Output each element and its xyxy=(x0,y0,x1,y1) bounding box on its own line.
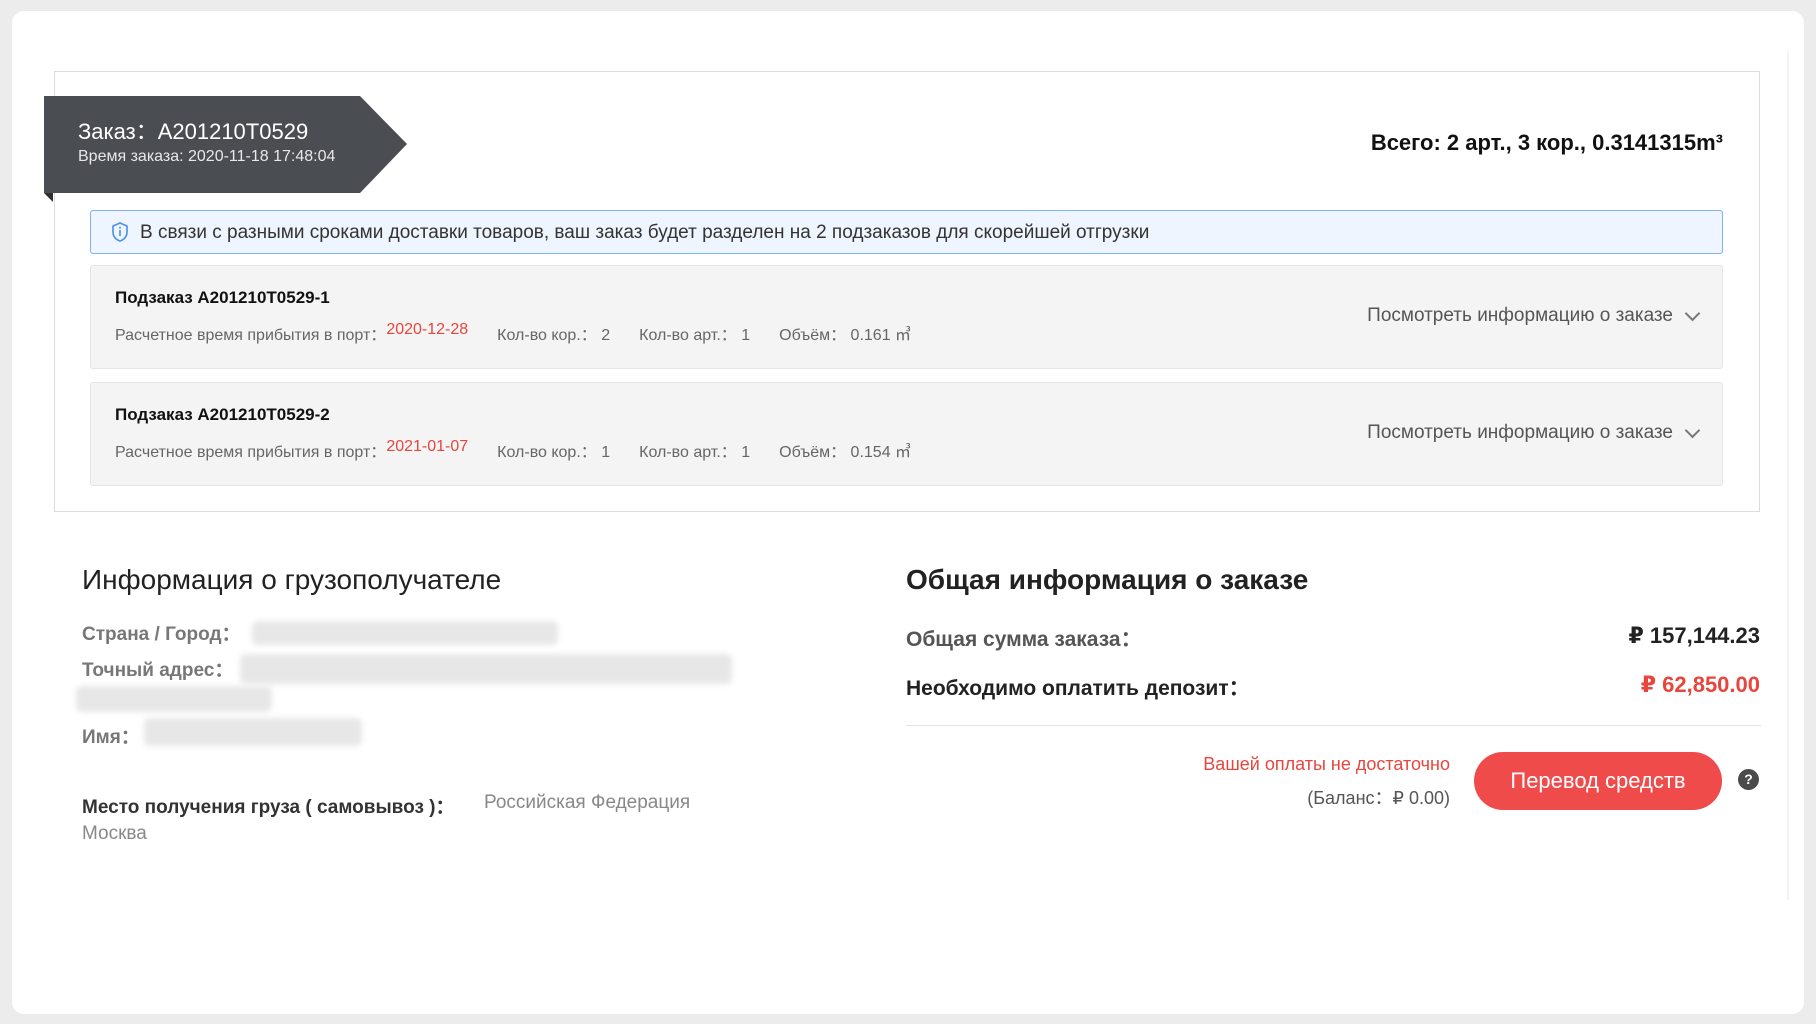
view-order-info-label: Посмотреть информацию о заказе xyxy=(1367,422,1673,443)
help-icon[interactable]: ? xyxy=(1738,769,1759,790)
address-value-redacted xyxy=(76,686,272,712)
deposit-value: ₽ 62,850.00 xyxy=(1640,672,1760,697)
insufficient-funds-warning: Вашей оплаты не достаточно xyxy=(1203,754,1450,774)
view-order-info-label: Посмотреть информацию о заказе xyxy=(1367,305,1673,326)
pickup-label: Место получения груза ( самовывоз )： xyxy=(82,797,455,818)
shield-info-icon xyxy=(112,222,128,242)
eta-value: 2021-01-07 xyxy=(386,438,469,455)
pickup-city: Москва xyxy=(82,823,147,844)
country-label: Страна / Город： xyxy=(82,624,241,645)
country-value-redacted xyxy=(252,621,558,645)
address-label: Точный адрес： xyxy=(82,660,234,681)
transfer-funds-button[interactable]: Перевод средств xyxy=(1474,752,1722,810)
recipient-title: Информация о грузополучателе xyxy=(82,564,502,595)
suborder-meta: Расчетное время прибытия в порт： 2020-12… xyxy=(115,321,911,345)
boxes-count: Кол-во кор.： 2 xyxy=(497,327,611,344)
boxes-count: Кол-во кор.： 1 xyxy=(497,444,611,461)
name-value-redacted xyxy=(144,718,362,746)
divider xyxy=(906,725,1761,726)
scrollbar-track[interactable] xyxy=(1787,50,1789,900)
items-count: Кол-во арт.： 1 xyxy=(639,327,751,344)
suborder-card: Подзаказ A201210T0529-1 Расчетное время … xyxy=(90,265,1723,369)
split-notice: В связи с разными сроками доставки товар… xyxy=(90,210,1723,254)
order-number: Заказ：A201210T0529 xyxy=(78,119,309,144)
chevron-down-icon xyxy=(1684,422,1701,438)
name-label: Имя： xyxy=(82,727,140,748)
eta-value: 2020-12-28 xyxy=(386,321,469,338)
notice-text: В связи с разными сроками доставки товар… xyxy=(140,222,1150,243)
order-total: Всего: 2 арт., 3 кор., 0.3141315m³ xyxy=(1370,130,1723,155)
view-order-info-link[interactable]: Посмотреть информацию о заказе xyxy=(1367,305,1701,327)
items-count: Кол-во арт.： 1 xyxy=(639,444,751,461)
eta-label: Расчетное время прибытия в порт： xyxy=(115,444,387,461)
suborder-card: Подзаказ A201210T0529-2 Расчетное время … xyxy=(90,382,1723,486)
order-sum-value: ₽ 157,144.23 xyxy=(1628,623,1760,648)
deposit-label: Необходимо оплатить депозит： xyxy=(906,677,1250,700)
suborder-title: Подзаказ A201210T0529-2 xyxy=(115,405,330,424)
address-value-redacted xyxy=(240,654,732,684)
order-time: Время заказа: 2020-11-18 17:48:04 xyxy=(78,148,336,165)
order-tag-fold xyxy=(44,193,53,202)
order-sum-label: Общая сумма заказа： xyxy=(906,628,1142,651)
pickup-country: Российская Федерация xyxy=(484,792,691,813)
balance-text: (Баланс：₽ 0.00) xyxy=(1307,788,1450,808)
chevron-down-icon xyxy=(1684,305,1701,321)
view-order-info-link[interactable]: Посмотреть информацию о заказе xyxy=(1367,422,1701,444)
eta-label: Расчетное время прибытия в порт： xyxy=(115,327,387,344)
volume-value: Объём： 0.154 ㎥ xyxy=(779,444,912,461)
volume-value: Объём： 0.161 ㎥ xyxy=(779,327,912,344)
suborder-title: Подзаказ A201210T0529-1 xyxy=(115,288,330,307)
suborder-meta: Расчетное время прибытия в порт： 2021-01… xyxy=(115,438,911,462)
summary-title: Общая информация о заказе xyxy=(906,564,1309,595)
